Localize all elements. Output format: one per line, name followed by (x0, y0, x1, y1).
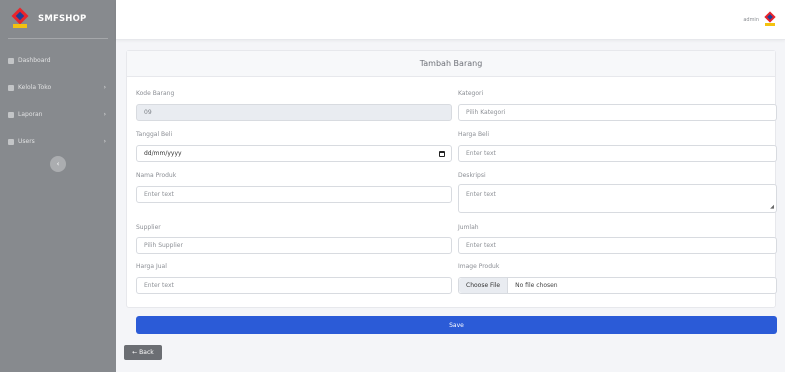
topbar: admin (116, 0, 785, 40)
back-button[interactable]: ← Back (124, 345, 162, 360)
sidebar-item-users[interactable]: Users › (0, 128, 116, 155)
jumlah-label: Jumlah (458, 224, 479, 231)
harga-jual-label: Harga Jual (136, 263, 167, 270)
users-icon (8, 138, 14, 145)
harga-beli-placeholder: Enter text (466, 150, 496, 157)
jumlah-input[interactable]: Enter text (458, 237, 777, 254)
jumlah-placeholder: Enter text (466, 242, 496, 249)
supplier-label: Supplier (136, 224, 161, 231)
deskripsi-textarea[interactable]: Enter text ◢ (458, 184, 777, 213)
chevron-right-icon: › (103, 84, 106, 91)
brand[interactable]: SMFSHOP (0, 0, 116, 38)
nama-produk-label: Nama Produk (136, 172, 177, 179)
brand-name: SMFSHOP (38, 14, 87, 24)
sidebar-item-laporan[interactable]: Laporan › (0, 101, 116, 128)
nama-produk-placeholder: Enter text (144, 191, 174, 198)
image-produk-label: Image Produk (458, 263, 500, 270)
kategori-label: Kategori (458, 90, 484, 97)
harga-jual-placeholder: Enter text (144, 282, 174, 289)
sidebar-item-label: Dashboard (18, 57, 51, 64)
kode-barang-field: 09 (136, 104, 452, 121)
kode-barang-value: 09 (144, 109, 152, 116)
tanggal-beli-input[interactable]: dd/mm/yyyy (136, 145, 452, 162)
save-button[interactable]: Save (136, 316, 777, 334)
sidebar-nav: Dashboard Kelola Toko › Laporan › Users … (0, 39, 116, 172)
harga-beli-input[interactable]: Enter text (458, 145, 777, 162)
nama-produk-input[interactable]: Enter text (136, 186, 452, 203)
dashboard-icon (8, 57, 14, 64)
sidebar-item-kelola-toko[interactable]: Kelola Toko › (0, 74, 116, 101)
tanggal-beli-label: Tanggal Beli (136, 131, 173, 138)
sidebar-item-label: Kelola Toko (18, 84, 52, 91)
user-avatar-icon[interactable] (763, 11, 777, 28)
calendar-icon[interactable] (439, 151, 445, 157)
image-produk-input[interactable]: Choose File No file chosen (458, 277, 777, 294)
harga-beli-label: Harga Beli (458, 131, 490, 138)
sidebar-item-dashboard[interactable]: Dashboard (0, 47, 116, 74)
sidebar-item-label: Laporan (18, 111, 43, 118)
page-title: Tambah Barang (127, 51, 775, 77)
kode-barang-label: Kode Barang (136, 90, 175, 97)
harga-jual-input[interactable]: Enter text (136, 277, 452, 294)
brand-logo-icon (10, 7, 30, 29)
deskripsi-placeholder: Enter text (466, 191, 496, 198)
tanggal-beli-placeholder: dd/mm/yyyy (144, 150, 182, 157)
file-status: No file chosen (515, 282, 558, 289)
supplier-select[interactable]: Pilih Supplier (136, 237, 452, 254)
chevron-right-icon: › (103, 111, 106, 118)
folder-icon (8, 111, 14, 118)
sidebar-item-label: Users (18, 138, 35, 145)
cart-icon (8, 84, 14, 91)
supplier-value: Pilih Supplier (144, 242, 183, 249)
form-card: Tambah Barang Kode Barang 09 Tanggal Bel… (126, 50, 777, 334)
deskripsi-label: Deskripsi (458, 172, 486, 179)
sidebar: SMFSHOP Dashboard Kelola Toko › Laporan … (0, 0, 116, 372)
kategori-select[interactable]: Pilih Kategori (458, 104, 777, 121)
sidebar-toggle-button[interactable]: ‹ (50, 156, 66, 172)
user-name[interactable]: admin (743, 17, 759, 23)
resize-handle-icon[interactable]: ◢ (770, 204, 774, 210)
chevron-right-icon: › (103, 138, 106, 145)
choose-file-button[interactable]: Choose File (459, 278, 509, 293)
kategori-value: Pilih Kategori (466, 109, 506, 116)
